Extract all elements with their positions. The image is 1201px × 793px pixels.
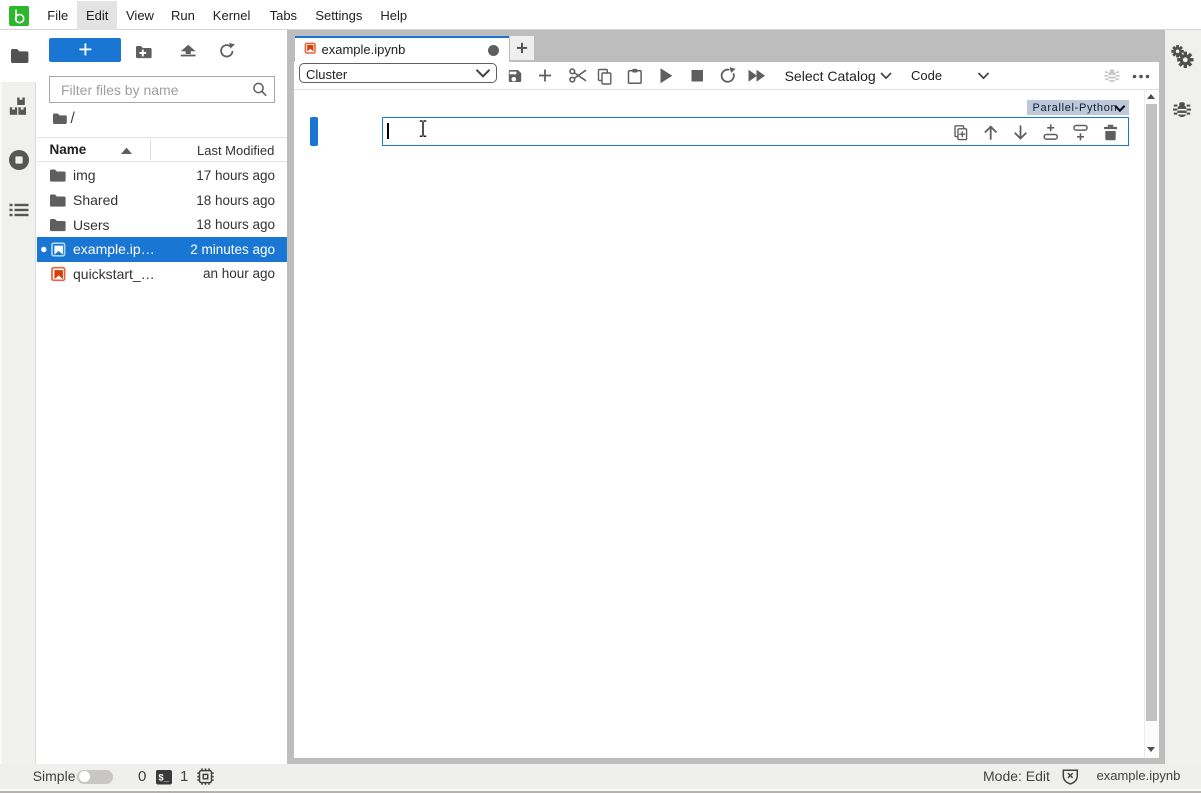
svg-text:$_: $_ [158, 773, 169, 784]
